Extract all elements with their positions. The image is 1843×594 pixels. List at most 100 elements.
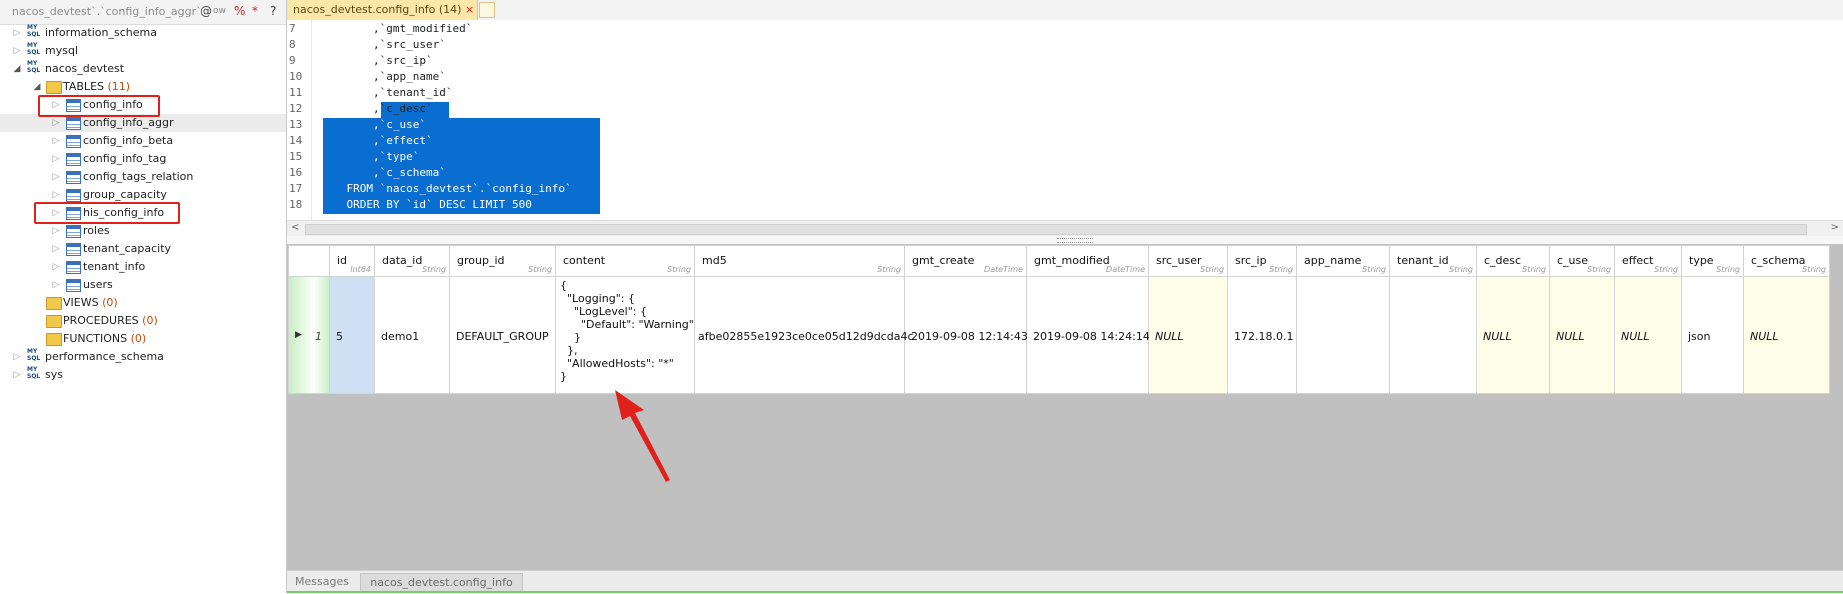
tree-table-config-tags-relation[interactable]: ▷ config_tags_relation	[0, 168, 286, 186]
column-header-src-ip[interactable]: src_ip String	[1227, 245, 1297, 277]
cell-src-ip[interactable]: 172.18.0.1	[1227, 276, 1297, 394]
tree-db-performance-schema[interactable]: ▷ MY SQL performance_schema	[0, 348, 286, 366]
tab-result-config-info[interactable]: nacos_devtest.config_info	[360, 573, 523, 593]
expand-arrow-icon[interactable]: ▷	[12, 367, 22, 383]
tree-table-roles[interactable]: ▷ roles	[0, 222, 286, 240]
row-icon[interactable]: ow	[213, 6, 226, 16]
cell-c-use[interactable]: NULL	[1549, 276, 1615, 394]
column-header-gmt-modified[interactable]: gmt_modified DateTime	[1026, 245, 1149, 277]
column-header-gmt-create[interactable]: gmt_create DateTime	[904, 245, 1027, 277]
scrollbar-thumb[interactable]	[305, 224, 1807, 235]
expand-arrow-icon[interactable]: ▷	[12, 349, 22, 365]
expand-arrow-icon[interactable]: ▷	[51, 277, 61, 293]
pane-splitter[interactable]	[287, 236, 1843, 244]
column-header-effect[interactable]: effect String	[1614, 245, 1682, 277]
column-header-data-id[interactable]: data_id String	[374, 245, 450, 277]
scroll-right-icon[interactable]: >	[1831, 222, 1839, 233]
expand-arrow-icon[interactable]: ▷	[12, 43, 22, 59]
cell-src-user[interactable]: NULL	[1148, 276, 1228, 394]
column-header-id[interactable]: id Int64	[329, 245, 375, 277]
at-icon[interactable]: @	[200, 4, 212, 18]
tree-folder-tables[interactable]: ◢ TABLES (11)	[0, 78, 286, 96]
cell-c-desc[interactable]: NULL	[1476, 276, 1550, 394]
new-tab-button[interactable]	[479, 2, 495, 18]
expand-arrow-icon[interactable]: ▷	[51, 223, 61, 239]
line-number: 11	[289, 86, 303, 99]
cell-app-name[interactable]	[1296, 276, 1390, 394]
tree-label: nacos_devtest	[45, 62, 125, 75]
tab-config-info-query[interactable]: nacos_devtest.config_info (14) ×	[287, 0, 478, 20]
percent-icon[interactable]: %	[234, 4, 245, 18]
cell-group-id[interactable]: DEFAULT_GROUP	[449, 276, 556, 394]
column-header-c-desc[interactable]: c_desc String	[1476, 245, 1550, 277]
column-header-md5[interactable]: md5 String	[694, 245, 905, 277]
column-header-tenant-id[interactable]: tenant_id String	[1389, 245, 1477, 277]
table-row[interactable]: ▶ 1 5 demo1 DEFAULT_GROUP { "Logging": {…	[288, 276, 1830, 394]
table-icon	[66, 117, 81, 130]
column-header-c-use[interactable]: c_use String	[1549, 245, 1615, 277]
row-header-corner[interactable]	[288, 245, 330, 277]
tree-db-mysql[interactable]: ▷ MY SQL mysql	[0, 42, 286, 60]
cell-value: afbe02855e1923ce0ce05d12d9dcda4c	[698, 330, 914, 343]
expand-arrow-icon[interactable]: ▷	[12, 25, 22, 41]
column-header-group-id[interactable]: group_id String	[449, 245, 556, 277]
collapse-arrow-icon[interactable]: ◢	[32, 79, 42, 95]
splitter-grip-icon[interactable]	[1057, 238, 1093, 243]
line-number: 16	[289, 166, 303, 179]
object-explorer-header: nacos_devtest`.`config_info_aggr` @ ow %…	[0, 0, 286, 25]
tab-messages[interactable]: Messages	[291, 573, 353, 591]
line-number: 12	[289, 102, 303, 115]
expand-arrow-icon[interactable]: ▷	[51, 115, 61, 131]
expand-arrow-icon[interactable]: ▷	[51, 241, 61, 257]
cell-id[interactable]: 5	[329, 276, 375, 394]
row-indicator[interactable]: ▶ 1	[288, 276, 330, 394]
column-name: md5	[702, 254, 727, 267]
scroll-left-icon[interactable]: <	[291, 222, 299, 233]
tree-db-sys[interactable]: ▷ MY SQL sys	[0, 366, 286, 384]
column-header-type[interactable]: type String	[1681, 245, 1744, 277]
tree-folder-procedures[interactable]: PROCEDURES (0)	[0, 312, 286, 330]
tree-table-config-info-beta[interactable]: ▷ config_info_beta	[0, 132, 286, 150]
tree-label: VIEWS	[63, 296, 99, 309]
table-icon	[66, 153, 81, 166]
expand-arrow-icon[interactable]: ▷	[51, 259, 61, 275]
cell-data-id[interactable]: demo1	[374, 276, 450, 394]
help-icon[interactable]: ?	[270, 4, 276, 18]
close-icon[interactable]: ×	[465, 3, 474, 16]
tree-table-tenant-capacity[interactable]: ▷ tenant_capacity	[0, 240, 286, 258]
tree-table-tenant-info[interactable]: ▷ tenant_info	[0, 258, 286, 276]
column-type: String	[422, 265, 446, 274]
cell-gmt-create[interactable]: 2019-09-08 12:14:43	[904, 276, 1028, 394]
line-number-gutter: 7 8 9 10 11 12 13 14 15 16 17 18	[287, 20, 312, 220]
expand-arrow-icon[interactable]: ▷	[51, 133, 61, 149]
column-header-c-schema[interactable]: c_schema String	[1743, 245, 1830, 277]
folder-icon	[46, 315, 62, 328]
collapse-arrow-icon[interactable]: ◢	[12, 61, 22, 77]
cell-md5[interactable]: afbe02855e1923ce0ce05d12d9dcda4c	[694, 276, 914, 394]
cell-effect[interactable]: NULL	[1614, 276, 1682, 394]
cell-gmt-modified[interactable]: 2019-09-08 14:24:14	[1026, 276, 1150, 394]
tree-db-nacos-devtest[interactable]: ◢ MY SQL nacos_devtest	[0, 60, 286, 78]
tree-folder-functions[interactable]: FUNCTIONS (0)	[0, 330, 286, 348]
table-icon	[66, 243, 81, 256]
column-header-app-name[interactable]: app_name String	[1296, 245, 1390, 277]
code-line: ORDER BY `id` DESC LIMIT 500	[320, 198, 532, 211]
tree-folder-views[interactable]: VIEWS (0)	[0, 294, 286, 312]
tree-table-users[interactable]: ▷ users	[0, 276, 286, 294]
cell-content[interactable]: { "Logging": { "LogLevel": { "Default": …	[555, 276, 695, 394]
column-type: String	[1449, 265, 1473, 274]
tree-table-config-info-tag[interactable]: ▷ config_info_tag	[0, 150, 286, 168]
expand-arrow-icon[interactable]: ▷	[51, 151, 61, 167]
cell-c-schema[interactable]: NULL	[1743, 276, 1830, 394]
code-line: ,`app_name`	[320, 70, 446, 83]
cell-type[interactable]: json	[1681, 276, 1744, 394]
expand-arrow-icon[interactable]: ▷	[51, 169, 61, 185]
editor-tab-bar	[287, 0, 1843, 21]
column-header-src-user[interactable]: src_user String	[1148, 245, 1228, 277]
asterisk-icon[interactable]: *	[252, 4, 258, 18]
cell-tenant-id[interactable]	[1389, 276, 1477, 394]
expand-arrow-icon[interactable]: ▷	[51, 187, 61, 203]
tree-db-information-schema[interactable]: ▷ MY SQL information_schema	[0, 24, 286, 42]
column-header-content[interactable]: content String	[555, 245, 695, 277]
editor-horizontal-scrollbar[interactable]: < >	[287, 220, 1843, 237]
